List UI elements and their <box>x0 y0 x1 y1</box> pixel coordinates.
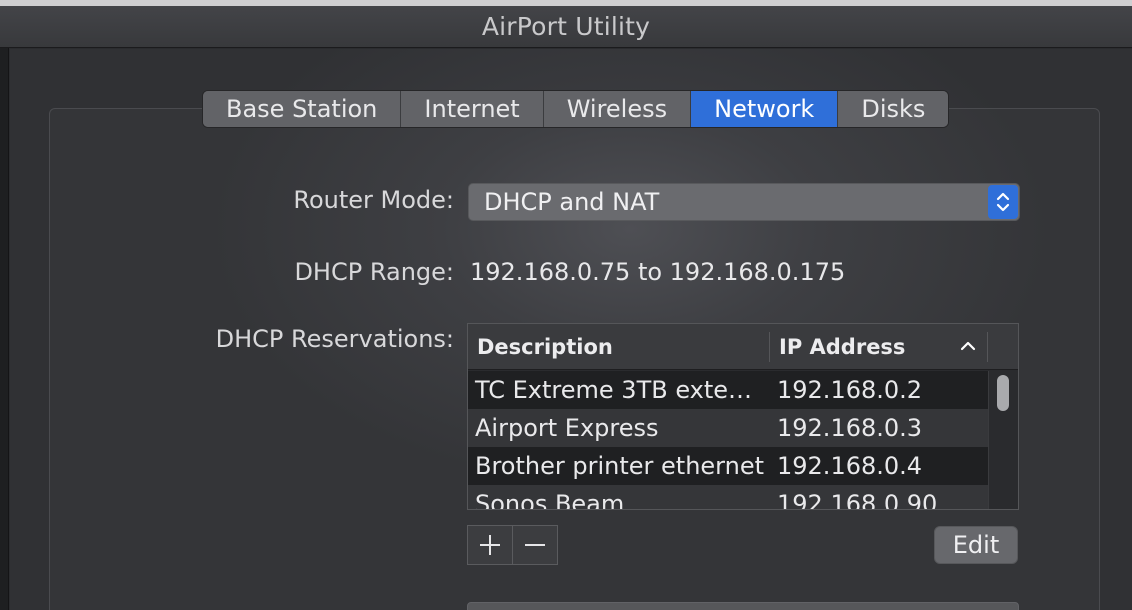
remove-reservation-button[interactable] <box>513 526 558 564</box>
window-titlebar[interactable]: AirPort Utility <box>0 6 1132 48</box>
dhcp-range-label: DHCP Range: <box>294 258 454 286</box>
router-mode-value: DHCP and NAT <box>484 188 660 216</box>
sidebar-edge <box>0 48 9 610</box>
table-header: Description IP Address <box>468 324 1018 370</box>
table-scrollbar[interactable] <box>988 371 1018 509</box>
table-row[interactable]: Airport Express 192.168.0.3 <box>468 409 988 447</box>
cell-ip: 192.168.0.2 <box>777 376 923 404</box>
dhcp-reservations-label: DHCP Reservations: <box>215 325 454 353</box>
table-row[interactable]: Sonos Beam 192.168.0.90 <box>468 485 988 510</box>
add-reservation-button[interactable] <box>468 526 513 564</box>
plus-icon <box>479 535 500 555</box>
cell-description: Sonos Beam <box>475 490 625 510</box>
cell-description: Airport Express <box>475 414 659 442</box>
reservations-table: Description IP Address TC Extreme 3TB ex… <box>467 323 1019 510</box>
scrollbar-thumb[interactable] <box>997 375 1009 411</box>
cell-ip: 192.168.0.3 <box>777 414 923 442</box>
add-remove-control <box>467 525 558 565</box>
minus-icon <box>524 544 545 546</box>
cell-description: Brother printer ethernet <box>475 452 765 480</box>
tab-disks[interactable]: Disks <box>838 91 949 127</box>
cell-ip: 192.168.0.4 <box>777 452 923 480</box>
column-header-description[interactable]: Description <box>477 324 613 370</box>
tab-internet[interactable]: Internet <box>401 91 544 127</box>
up-down-chevron-icon <box>988 185 1018 219</box>
tab-bar: Base Station Internet Wireless Network D… <box>202 90 950 128</box>
next-field-partial <box>467 602 1019 610</box>
window-title: AirPort Utility <box>481 12 651 41</box>
router-mode-select[interactable]: DHCP and NAT <box>468 183 1020 221</box>
tab-base-station[interactable]: Base Station <box>203 91 402 127</box>
cell-description: TC Extreme 3TB exte… <box>475 376 753 404</box>
sort-ascending-icon <box>960 338 976 358</box>
dhcp-range-value: 192.168.0.75 to 192.168.0.175 <box>470 258 846 286</box>
column-header-ip-address[interactable]: IP Address <box>779 324 905 370</box>
edit-button[interactable]: Edit <box>934 526 1018 564</box>
router-mode-label: Router Mode: <box>293 186 454 214</box>
table-row[interactable]: Brother printer ethernet 192.168.0.4 <box>468 447 988 485</box>
table-row[interactable]: TC Extreme 3TB exte… 192.168.0.2 <box>468 371 988 409</box>
cell-ip: 192.168.0.90 <box>777 490 938 510</box>
tab-wireless[interactable]: Wireless <box>543 91 692 127</box>
tab-network[interactable]: Network <box>691 91 839 127</box>
